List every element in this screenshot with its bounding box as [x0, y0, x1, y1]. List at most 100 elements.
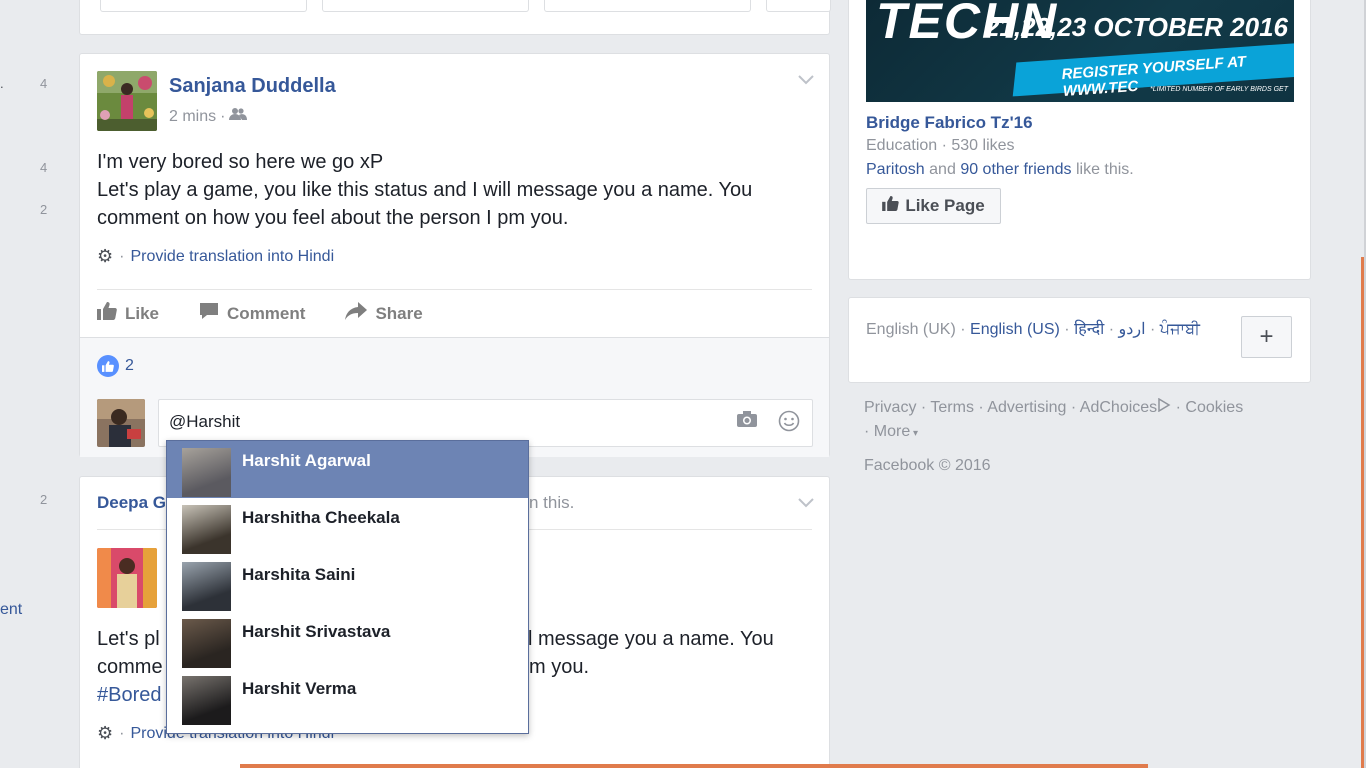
suggestion-name: Harshit Agarwal	[242, 451, 371, 470]
camera-icon[interactable]	[736, 410, 758, 438]
suggestion-avatar	[182, 562, 231, 611]
photo-thumb[interactable]	[100, 0, 307, 12]
reaction-summary[interactable]: 2	[97, 355, 134, 377]
author-avatar[interactable]	[97, 71, 157, 131]
page-meta: Education · 530 likes	[866, 137, 1015, 154]
footer-link-adchoices[interactable]: AdChoices	[1080, 399, 1157, 416]
footer-links: Privacy · Terms · Advertising · AdChoice…	[864, 397, 1244, 440]
sponsored-page-card: TECHN 21,22,23 OCTOBER 2016 REGISTER YOU…	[848, 0, 1311, 280]
page-name-link[interactable]: Bridge Fabrico Tz'16	[866, 113, 1033, 133]
comment-input-value: @Harshit	[169, 412, 241, 431]
author-name[interactable]: Sanjana Duddella	[169, 75, 336, 98]
banner-date: 21,22,23 OCTOBER 2016	[984, 12, 1288, 42]
mention-suggestion-item[interactable]: Harshit Agarwal	[167, 441, 528, 498]
post-options-chevron-icon[interactable]	[798, 497, 814, 511]
footer-link-terms[interactable]: Terms	[930, 399, 974, 416]
left-count-1: 4	[40, 76, 48, 91]
mention-suggestion-item[interactable]: Harshit Srivastava	[167, 612, 528, 669]
suggestion-name: Harshitha Cheekala	[242, 508, 400, 527]
divider	[97, 289, 812, 290]
post-time[interactable]: 2 mins	[169, 108, 216, 126]
share-arrow-icon	[345, 302, 368, 325]
post-body: I'm very bored so here we go xP Let's pl…	[97, 148, 817, 232]
comment-bubble-icon	[199, 302, 219, 325]
thumbs-up-icon	[97, 302, 117, 325]
accent-line-horizontal	[240, 764, 1148, 768]
left-count-2: 4	[40, 160, 48, 175]
language-current: English (UK)	[866, 321, 956, 338]
like-button[interactable]: Like	[97, 302, 159, 325]
banner-fine-print: *LIMITED NUMBER OF EARLY BIRDS GET	[1150, 86, 1288, 93]
hashtag-link[interactable]: #Bored	[97, 684, 162, 706]
thumbs-up-icon	[882, 196, 900, 216]
post-header-rest: n this.	[529, 493, 575, 512]
post-author-name[interactable]: Deepa G	[97, 493, 166, 512]
left-count-4: 2	[40, 492, 48, 507]
suggestion-name: Harshit Srivastava	[242, 622, 391, 641]
ad-banner-image[interactable]: TECHN 21,22,23 OCTOBER 2016 REGISTER YOU…	[866, 0, 1294, 102]
like-page-button[interactable]: Like Page	[866, 188, 1001, 224]
more-languages-button[interactable]: +	[1241, 316, 1292, 358]
gear-icon[interactable]: ⚙	[97, 723, 113, 744]
comment-section: 2 @Harshit	[80, 337, 829, 457]
left-count-3: 2	[40, 202, 48, 217]
suggestion-name: Harshit Verma	[242, 679, 357, 698]
emoji-icon[interactable]	[778, 410, 800, 438]
suggestion-name: Harshita Saini	[242, 565, 356, 584]
suggestion-avatar	[182, 505, 231, 554]
caret-down-icon[interactable]: ▾	[910, 428, 918, 439]
gear-icon[interactable]: ⚙	[97, 246, 113, 267]
translate-separator: ·	[119, 724, 125, 742]
post-text-line: I'm very bored so here we go xP	[97, 151, 384, 173]
post-text-fragment: comme	[97, 656, 163, 678]
post-text-fragment: m you.	[529, 656, 590, 678]
language-link[interactable]: English (US)	[970, 321, 1060, 338]
like-label: Like	[125, 303, 160, 323]
photo-thumb[interactable]	[322, 0, 529, 12]
footer-link-advertising[interactable]: Advertising	[987, 399, 1066, 416]
left-column-dot: .	[0, 76, 4, 91]
comment-input-icons	[736, 410, 800, 438]
suggestion-avatar	[182, 448, 231, 497]
footer-link-cookies[interactable]: Cookies	[1185, 399, 1243, 416]
left-partial-link[interactable]: ent	[0, 601, 22, 619]
like-page-label: Like Page	[905, 196, 985, 215]
comment-label: Comment	[227, 303, 306, 323]
meta-separator: ·	[220, 107, 226, 125]
mention-suggestion-item[interactable]: Harshit Verma	[167, 669, 528, 726]
commenter-avatar[interactable]	[97, 399, 145, 447]
suggestion-avatar	[182, 619, 231, 668]
suggestion-avatar	[182, 676, 231, 725]
share-button[interactable]: Share	[345, 302, 423, 325]
translate-link[interactable]: Provide translation into Hindi	[130, 248, 334, 266]
footer-link-privacy[interactable]: Privacy	[864, 399, 916, 416]
translate-separator: ·	[119, 247, 125, 265]
friends-privacy-icon[interactable]	[229, 107, 248, 126]
language-link[interactable]: ਪੰਜਾਬੀ	[1160, 321, 1200, 338]
mention-suggestion-item[interactable]: Harshita Saini	[167, 555, 528, 612]
post-options-chevron-icon[interactable]	[798, 74, 814, 88]
copyright: Facebook © 2016	[864, 457, 991, 474]
footer-link-more[interactable]: More	[874, 423, 910, 440]
photo-thumb[interactable]	[766, 0, 831, 12]
post-meta: 2 mins ·	[169, 107, 248, 126]
mention-suggestion-item[interactable]: Harshitha Cheekala	[167, 498, 528, 555]
like-count: 2	[125, 357, 134, 374]
post-text-line: comment on how you feel about the person…	[97, 207, 569, 229]
language-link[interactable]: हिन्दी	[1074, 321, 1104, 338]
photo-thumb[interactable]	[544, 0, 751, 12]
feed-post: Sanjana Duddella 2 mins · I'm very bored…	[79, 53, 830, 457]
friend-link[interactable]: Paritosh	[866, 161, 925, 178]
other-friends-link[interactable]: 90 other friends	[960, 161, 1071, 178]
post-text-line: Let's play a game, you like this status …	[97, 179, 753, 201]
author-avatar[interactable]	[97, 548, 157, 608]
like-reaction-icon	[97, 355, 119, 377]
friends-connector: and	[929, 161, 956, 178]
adchoices-icon[interactable]	[1157, 397, 1171, 416]
comment-button[interactable]: Comment	[199, 302, 305, 325]
language-list: English (UK) · English (US) · हिन्दी · ا…	[866, 321, 1200, 338]
page-friends-line: Paritosh and 90 other friends like this.	[866, 161, 1134, 179]
translate-row: ⚙ · Provide translation into Hindi	[97, 246, 334, 267]
language-link[interactable]: اردو	[1119, 321, 1146, 338]
friends-suffix: like this.	[1075, 161, 1134, 178]
